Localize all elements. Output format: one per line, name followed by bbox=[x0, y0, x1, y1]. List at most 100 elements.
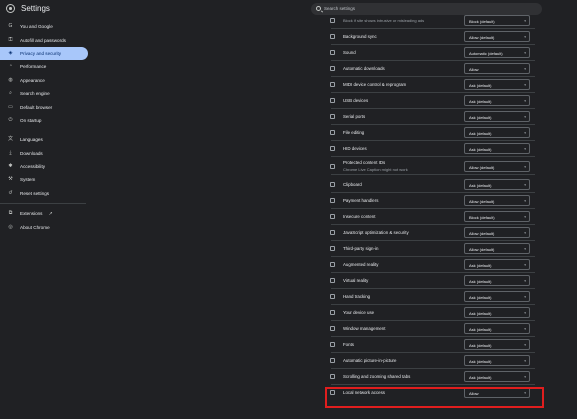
sidebar-item-label: Reset settings bbox=[20, 190, 50, 196]
sidebar-item-extensions[interactable]: ⧉ Extensions ↗ bbox=[0, 207, 88, 220]
chevron-down-icon: ▾ bbox=[524, 130, 526, 135]
sidebar-item-default-browser[interactable]: ▭ Default browser bbox=[0, 100, 88, 113]
select-value: Ask (default) bbox=[469, 182, 492, 188]
window-icon bbox=[330, 325, 335, 331]
sidebar-item-label: Languages bbox=[20, 137, 43, 143]
select-value: Block (default) bbox=[469, 18, 495, 24]
sidebar-item-privacy-and-security[interactable]: ◈ Privacy and security bbox=[0, 46, 88, 61]
permission-label: Automatic downloads bbox=[343, 65, 385, 71]
sidebar-item-label: Performance bbox=[20, 64, 47, 70]
sidebar-item-accessibility[interactable]: ✱ Accessibility bbox=[0, 160, 88, 173]
sidebar-item-about-chrome[interactable]: ◎ About Chrome bbox=[0, 220, 88, 233]
permission-label: Protected content IDs bbox=[343, 160, 386, 165]
permission-label: Payment handlers bbox=[343, 197, 379, 203]
permission-select[interactable]: Block (default) ▾ bbox=[464, 14, 530, 26]
permission-select[interactable]: Ask (default) ▾ bbox=[464, 78, 530, 90]
select-value: Automatic (default) bbox=[469, 50, 503, 56]
permission-select[interactable]: Ask (default) ▾ bbox=[464, 306, 530, 318]
usb-icon bbox=[330, 97, 335, 103]
wrench-icon: ⚒ bbox=[8, 176, 13, 183]
google-icon: G bbox=[8, 23, 13, 30]
hid-icon bbox=[330, 145, 335, 151]
permission-label: USB devices bbox=[343, 97, 369, 103]
permission-row: Fonts Ask (default) ▾ bbox=[319, 337, 541, 351]
select-value: Ask (default) bbox=[469, 358, 492, 364]
select-value: Allow (default) bbox=[469, 164, 495, 170]
permission-select[interactable]: Ask (default) ▾ bbox=[464, 274, 530, 286]
sidebar-item-appearance[interactable]: ◍ Appearance bbox=[0, 74, 88, 87]
permission-select[interactable]: Ask (default) ▾ bbox=[464, 370, 530, 382]
page-title: Settings bbox=[21, 4, 50, 13]
permission-select[interactable]: Ask (default) ▾ bbox=[464, 94, 530, 106]
protected-content-icon bbox=[330, 163, 335, 169]
permission-select[interactable]: Ask (default) ▾ bbox=[464, 178, 530, 190]
sidebar-item-languages[interactable]: 文 Languages bbox=[0, 133, 88, 146]
permission-label: Augmented reality bbox=[343, 261, 379, 267]
sidebar-item-system[interactable]: ⚒ System bbox=[0, 173, 88, 186]
sidebar-item-label: Autofill and passwords bbox=[20, 37, 66, 43]
external-link-icon[interactable]: ↗ bbox=[48, 211, 52, 217]
permission-select[interactable]: Allow (default) ▾ bbox=[464, 30, 530, 42]
chevron-down-icon: ▾ bbox=[524, 50, 526, 55]
select-value: Ask (default) bbox=[469, 146, 492, 152]
payment-icon bbox=[330, 197, 335, 203]
permission-select[interactable]: Allow (default) ▾ bbox=[464, 226, 530, 238]
chevron-down-icon: ▾ bbox=[524, 82, 526, 87]
file-icon bbox=[330, 129, 335, 135]
permission-select[interactable]: Ask (default) ▾ bbox=[464, 258, 530, 270]
permission-select[interactable]: Allow (default) ▾ bbox=[464, 194, 530, 206]
select-value: Ask (default) bbox=[469, 342, 492, 348]
chevron-down-icon: ▾ bbox=[524, 294, 526, 299]
sidebar-item-on-startup[interactable]: ⏻ On startup bbox=[0, 114, 88, 127]
reset-icon: ↺ bbox=[8, 189, 13, 196]
permission-select[interactable]: Ask (default) ▾ bbox=[464, 290, 530, 302]
chevron-down-icon: ▾ bbox=[524, 342, 526, 347]
permission-select[interactable]: Allow (default) ▾ bbox=[464, 242, 530, 254]
select-value: Ask (default) bbox=[469, 294, 492, 300]
permission-select[interactable]: Block (default) ▾ bbox=[464, 210, 530, 222]
power-icon: ⏻ bbox=[8, 116, 13, 123]
sidebar-item-you-and-google[interactable]: G You and Google bbox=[0, 20, 88, 33]
ar-icon bbox=[330, 261, 335, 267]
sidebar-item-search-engine[interactable]: ⌕ Search engine bbox=[0, 87, 88, 100]
select-value: Ask (default) bbox=[469, 130, 492, 136]
sidebar-divider bbox=[0, 203, 86, 205]
sidebar-item-autofill-and-passwords[interactable]: ⚿ Autofill and passwords bbox=[0, 33, 88, 46]
permission-label: Automatic picture-in-picture bbox=[343, 357, 397, 363]
chevron-down-icon: ▾ bbox=[524, 146, 526, 151]
permission-label: Scrolling and zooming shared tabs bbox=[343, 373, 411, 379]
permission-row: Scrolling and zooming shared tabs Ask (de… bbox=[319, 369, 541, 383]
sidebar-item-performance[interactable]: ◔ Performance bbox=[0, 60, 88, 73]
permission-select[interactable]: Automatic (default) ▾ bbox=[464, 46, 530, 58]
permission-label: Background sync bbox=[343, 33, 377, 39]
chevron-down-icon: ▾ bbox=[524, 164, 526, 169]
sidebar-item-downloads[interactable]: ⤓ Downloads bbox=[0, 147, 88, 160]
permission-row: Hand tracking Ask (default) ▾ bbox=[319, 289, 541, 303]
permission-select[interactable]: Ask (default) ▾ bbox=[464, 142, 530, 154]
permission-select[interactable]: Ask (default) ▾ bbox=[464, 126, 530, 138]
search-input[interactable]: Search settings bbox=[324, 6, 355, 11]
permission-select[interactable]: Ask (default) ▾ bbox=[464, 338, 530, 350]
select-value: Ask (default) bbox=[469, 114, 492, 120]
font-icon bbox=[330, 341, 335, 347]
ads-icon bbox=[330, 17, 335, 23]
sidebar-item-reset-settings[interactable]: ↺ Reset settings bbox=[0, 187, 88, 200]
permission-select[interactable]: Ask (default) ▾ bbox=[464, 322, 530, 334]
chevron-down-icon: ▾ bbox=[524, 114, 526, 119]
permission-row: Third-party sign-in Allow (default) ▾ bbox=[319, 241, 541, 255]
chevron-down-icon: ▾ bbox=[524, 262, 526, 267]
permission-select[interactable]: Ask (default) ▾ bbox=[464, 110, 530, 122]
sidebar-item-label: Default browser bbox=[20, 104, 53, 110]
permission-row: Payment handlers Allow (default) ▾ bbox=[319, 193, 541, 207]
permission-label: Window management bbox=[343, 325, 386, 331]
shield-icon: ◈ bbox=[8, 49, 13, 56]
key-icon: ⚿ bbox=[8, 36, 13, 43]
chevron-down-icon: ▾ bbox=[524, 230, 526, 235]
sidebar-item-label: About Chrome bbox=[20, 224, 50, 230]
chevron-down-icon: ▾ bbox=[524, 326, 526, 331]
permission-select[interactable]: Ask (default) ▾ bbox=[464, 354, 530, 366]
permission-select[interactable]: Allow (default) ▾ bbox=[464, 160, 530, 172]
device-use-icon bbox=[330, 309, 335, 315]
permission-select[interactable]: Allow ▾ bbox=[464, 62, 530, 74]
accessibility-icon: ✱ bbox=[8, 163, 13, 170]
